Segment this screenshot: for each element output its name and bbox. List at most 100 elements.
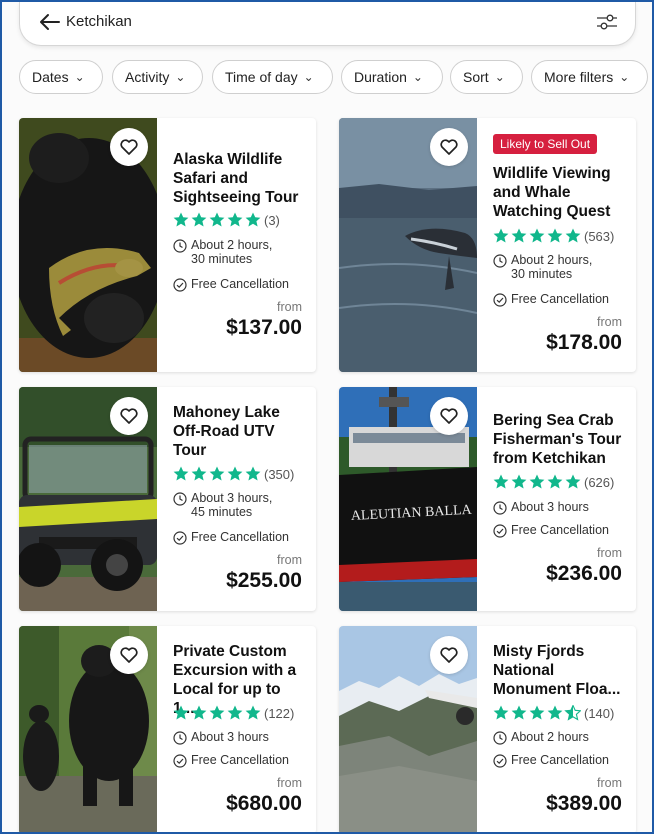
duration: About 2 hours: [493, 730, 589, 745]
likely-to-sell-out-badge: Likely to Sell Out: [493, 134, 598, 154]
review-count: (350): [264, 466, 295, 482]
price: $178.00: [546, 331, 622, 354]
favorite-heart-button[interactable]: [110, 397, 148, 435]
rating: (122): [173, 704, 294, 722]
listing-title[interactable]: Bering Sea Crab Fisherman's Tour from Ke…: [493, 411, 621, 468]
check-circle-icon: [173, 278, 187, 292]
review-count: (3): [264, 212, 280, 228]
listing-title[interactable]: Misty Fjords National Monument Floa...: [493, 642, 620, 699]
back-arrow-icon[interactable]: [38, 11, 62, 33]
filter-chip-label: Activity: [125, 69, 170, 85]
favorite-heart-button[interactable]: [430, 636, 468, 674]
listing-card[interactable]: Misty Fjords National Monument Floa... (…: [339, 626, 636, 832]
star-rating: [173, 466, 261, 482]
chevron-down-icon: ⌄: [175, 70, 186, 84]
heart-icon: [440, 139, 458, 155]
star-rating: [493, 228, 581, 244]
filter-chip-activity[interactable]: Activity ⌄: [112, 60, 203, 94]
rating: (3): [173, 211, 280, 229]
filter-chip-label: Duration: [354, 69, 407, 85]
search-query[interactable]: Ketchikan: [66, 13, 132, 30]
chevron-down-icon: ⌄: [412, 70, 423, 84]
chevron-down-icon: ⌄: [303, 70, 314, 84]
filter-chip-dates[interactable]: Dates ⌄: [19, 60, 103, 94]
clock-icon: [493, 731, 507, 745]
listing-title[interactable]: Mahoney Lake Off-Road UTV Tour: [173, 403, 280, 460]
filter-chip-time-of-day[interactable]: Time of day ⌄: [212, 60, 333, 94]
review-count: (626): [584, 474, 615, 490]
price: $236.00: [546, 562, 622, 585]
clock-icon: [173, 731, 187, 745]
favorite-heart-button[interactable]: [430, 397, 468, 435]
chevron-down-icon: ⌄: [74, 70, 85, 84]
heart-icon: [120, 408, 138, 424]
check-circle-icon: [493, 754, 507, 768]
chevron-down-icon: ⌄: [494, 70, 505, 84]
free-cancellation: Free Cancellation: [173, 530, 289, 545]
filter-chip-label: Time of day: [225, 69, 298, 85]
clock-icon: [493, 254, 507, 268]
filter-chip-duration[interactable]: Duration ⌄: [341, 60, 443, 94]
chevron-down-icon: ⌄: [619, 70, 630, 84]
heart-icon: [440, 408, 458, 424]
clock-icon: [493, 501, 507, 515]
duration: About 2 hours, 30 minutes: [493, 253, 592, 281]
check-circle-icon: [493, 524, 507, 538]
filter-chip-row: Dates ⌄ Activity ⌄ Time of day ⌄ Duratio…: [19, 60, 652, 94]
check-circle-icon: [173, 531, 187, 545]
listing-title[interactable]: Alaska Wildlife Safari and Sightseeing T…: [173, 150, 298, 207]
app-frame: Ketchikan Dates ⌄ Activity ⌄ Time of day…: [0, 0, 654, 834]
free-cancellation: Free Cancellation: [493, 753, 609, 768]
review-count: (140): [584, 705, 615, 721]
duration: About 3 hours, 45 minutes: [173, 491, 272, 519]
heart-icon: [120, 647, 138, 663]
from-label: from: [597, 315, 622, 329]
rating: (563): [493, 227, 614, 245]
from-label: from: [277, 300, 302, 314]
price: $389.00: [546, 792, 622, 815]
filter-chip-label: Dates: [32, 69, 69, 85]
star-rating: [173, 212, 261, 228]
price: $680.00: [226, 792, 302, 815]
star-rating: [493, 474, 581, 490]
filter-chip-label: More filters: [544, 69, 614, 85]
favorite-heart-button[interactable]: [430, 128, 468, 166]
free-cancellation: Free Cancellation: [493, 523, 609, 538]
duration: About 2 hours, 30 minutes: [173, 238, 272, 266]
rating: (350): [173, 465, 294, 483]
price: $137.00: [226, 316, 302, 339]
duration: About 3 hours: [173, 730, 269, 745]
search-bar[interactable]: Ketchikan: [19, 2, 636, 46]
listing-card[interactable]: Alaska Wildlife Safari and Sightseeing T…: [19, 118, 316, 372]
review-count: (122): [264, 705, 295, 721]
filter-chip-more-filters[interactable]: More filters ⌄: [531, 60, 648, 94]
check-circle-icon: [493, 293, 507, 307]
favorite-heart-button[interactable]: [110, 636, 148, 674]
rating: (626): [493, 473, 614, 491]
clock-icon: [173, 239, 187, 253]
star-rating: [173, 705, 261, 721]
free-cancellation: Free Cancellation: [173, 277, 289, 292]
review-count: (563): [584, 228, 615, 244]
from-label: from: [597, 546, 622, 560]
heart-icon: [440, 647, 458, 663]
svg-text:ALEUTIAN BALLA: ALEUTIAN BALLA: [351, 503, 473, 524]
listing-title[interactable]: Wildlife Viewing and Whale Watching Ques…: [493, 164, 611, 221]
from-label: from: [277, 776, 302, 790]
star-rating: [493, 705, 581, 721]
listing-card[interactable]: Private Custom Excursion with a Local fo…: [19, 626, 316, 832]
from-label: from: [597, 776, 622, 790]
free-cancellation: Free Cancellation: [173, 753, 289, 768]
rating: (140): [493, 704, 614, 722]
favorite-heart-button[interactable]: [110, 128, 148, 166]
from-label: from: [277, 553, 302, 567]
clock-icon: [173, 492, 187, 506]
filter-sliders-icon[interactable]: [595, 11, 619, 33]
listing-card[interactable]: Mahoney Lake Off-Road UTV Tour (350) Abo…: [19, 387, 316, 611]
listing-card[interactable]: Likely to Sell Out Wildlife Viewing and …: [339, 118, 636, 372]
free-cancellation: Free Cancellation: [493, 292, 609, 307]
heart-icon: [120, 139, 138, 155]
check-circle-icon: [173, 754, 187, 768]
listing-card[interactable]: ALEUTIAN BALLA Bering Sea Crab Fisherman…: [339, 387, 636, 611]
filter-chip-sort[interactable]: Sort ⌄: [450, 60, 523, 94]
